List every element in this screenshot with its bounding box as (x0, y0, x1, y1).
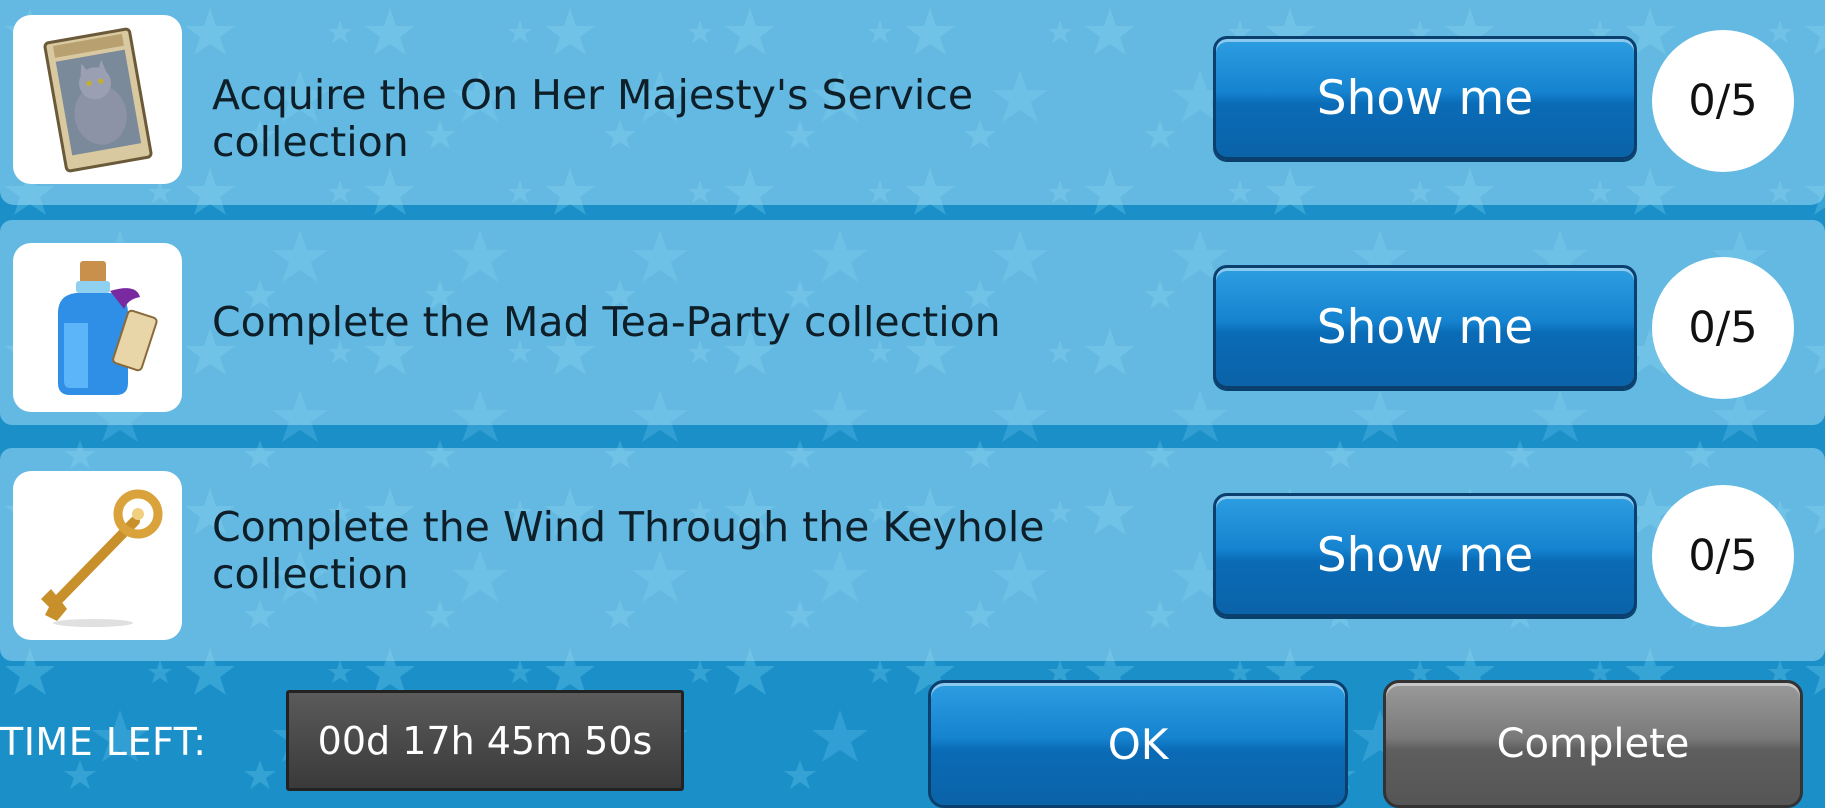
task-description: Complete the Wind Through the Keyhole co… (212, 503, 1045, 598)
potion-bottle-icon (57, 260, 158, 395)
task-icon-container (13, 471, 182, 640)
footer-bar: TIME LEFT: 00d 17h 45m 50s OK Complete (0, 661, 1825, 808)
task-progress: 0/5 (1652, 257, 1794, 399)
golden-key-icon (40, 489, 162, 627)
ok-button[interactable]: OK (928, 680, 1348, 808)
show-me-button[interactable]: Show me (1213, 493, 1637, 617)
show-me-button[interactable]: Show me (1213, 265, 1637, 389)
task-icon-container (13, 15, 182, 184)
task-description: Acquire the On Her Majesty's Service col… (212, 71, 974, 166)
task-row: Acquire the On Her Majesty's Service col… (0, 0, 1825, 205)
complete-button[interactable]: Complete (1383, 680, 1803, 808)
cat-portrait-card-icon (42, 27, 153, 172)
task-progress: 0/5 (1652, 485, 1794, 627)
task-progress: 0/5 (1652, 30, 1794, 172)
task-row: Complete the Wind Through the Keyhole co… (0, 448, 1825, 661)
countdown-timer: 00d 17h 45m 50s (286, 690, 684, 791)
task-row: Complete the Mad Tea-Party collection Sh… (0, 220, 1825, 425)
time-left-label: TIME LEFT: (0, 720, 207, 764)
show-me-button[interactable]: Show me (1213, 36, 1637, 160)
task-icon-container (13, 243, 182, 412)
task-description: Complete the Mad Tea-Party collection (212, 298, 1001, 346)
